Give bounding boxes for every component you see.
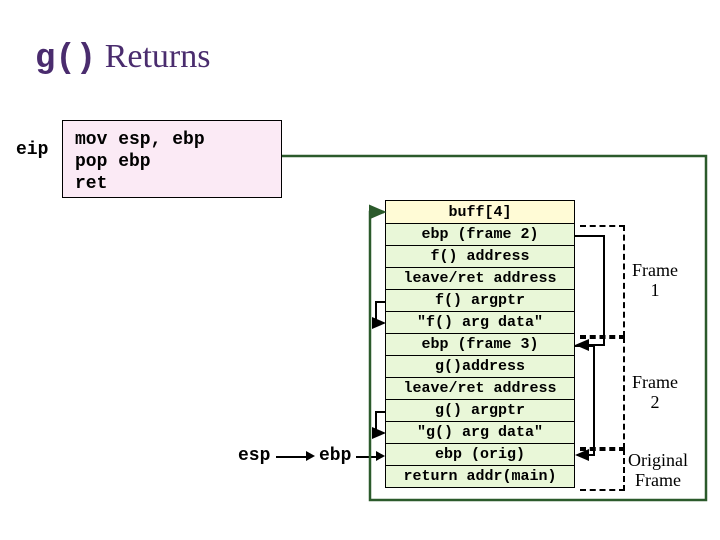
stack-cell: "f() arg data"	[385, 312, 575, 334]
stack-cell: leave/ret address	[385, 378, 575, 400]
code-box: mov esp, ebp pop ebp ret	[62, 120, 282, 198]
argptr1	[376, 302, 385, 323]
ebp-arrow-head	[376, 451, 385, 461]
esp-arrow-line	[276, 456, 308, 458]
esp-label: esp	[238, 446, 270, 466]
slide: g() Returns eip mov esp, ebp pop ebp ret…	[0, 0, 720, 540]
frame1-label: Frame 1	[632, 260, 678, 300]
stack-cell: g() argptr	[385, 400, 575, 422]
ebp-arrow-line	[356, 456, 378, 458]
frame1-bracket	[580, 225, 625, 337]
stack-cell: ebp (frame 3)	[385, 334, 575, 356]
stack-cell: ebp (orig)	[385, 444, 575, 466]
stack-cell: g()address	[385, 356, 575, 378]
eip-label: eip	[16, 140, 48, 160]
frame2-label: Frame 2	[632, 372, 678, 412]
stack-cell: buff[4]	[385, 200, 575, 224]
stack-cell: f() argptr	[385, 290, 575, 312]
esp-arrow-head	[306, 451, 315, 461]
page-title: g() Returns	[35, 38, 211, 78]
ebp-label: ebp	[319, 446, 351, 466]
stack-cell: return addr(main)	[385, 466, 575, 488]
origframe-label: Original Frame	[628, 450, 688, 490]
stack-cell: "g() arg data"	[385, 422, 575, 444]
title-word: Returns	[105, 38, 211, 75]
title-mono: g()	[35, 40, 96, 78]
origframe-bracket	[580, 449, 625, 491]
stack: buff[4] ebp (frame 2) f() address leave/…	[385, 200, 575, 488]
argptr2	[376, 412, 385, 433]
stack-cell: f() address	[385, 246, 575, 268]
stack-cell: leave/ret address	[385, 268, 575, 290]
stack-cell: ebp (frame 2)	[385, 224, 575, 246]
frame2-bracket	[580, 337, 625, 449]
